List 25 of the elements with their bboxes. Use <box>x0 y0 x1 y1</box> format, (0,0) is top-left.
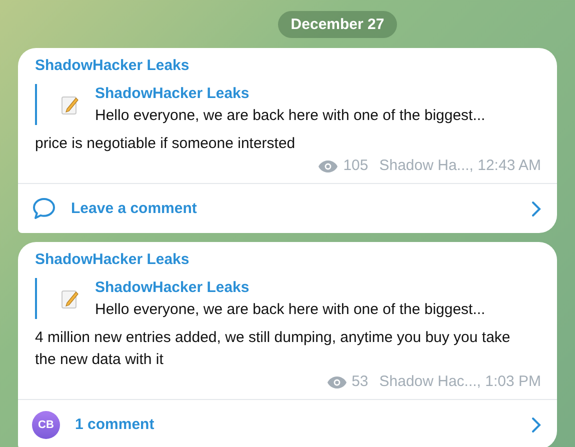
comments-link[interactable]: CB 1 comment <box>18 399 557 447</box>
channel-name[interactable]: ShadowHacker Leaks <box>35 57 541 74</box>
eye-icon <box>318 160 338 172</box>
signature-time: Shadow Ha..., 12:43 AM <box>379 156 541 176</box>
eye-icon <box>326 376 347 388</box>
speech-bubble-icon <box>32 197 56 220</box>
memo-icon <box>61 288 79 308</box>
view-count: 105 <box>343 156 368 176</box>
avatar: CB <box>32 410 60 438</box>
reply-text: Hello everyone, we are back here with one of the biggest... <box>95 301 486 318</box>
comments-link[interactable]: Leave a comment <box>18 183 557 233</box>
signature-time: Shadow Hac..., 1:03 PM <box>379 372 541 392</box>
message-text: price is negotiable if someone intersted <box>35 134 296 154</box>
memo-icon <box>61 94 79 114</box>
chevron-right-icon <box>531 200 541 216</box>
channel-name[interactable]: ShadowHacker Leaks <box>35 251 541 268</box>
reply-quote[interactable]: ShadowHacker Leaks Hello everyone, we are back here with one of the biggest... <box>35 84 541 125</box>
message-text: 4 million new entries added, we still dumping, anytime you buy you take the new data with it <box>35 328 512 370</box>
reply-author: ShadowHacker Leaks <box>95 279 250 296</box>
date-badge: December 27 <box>278 11 398 38</box>
reply-author: ShadowHacker Leaks <box>95 85 250 102</box>
chevron-right-icon <box>531 416 541 432</box>
reply-text: Hello everyone, we are back here with one of the biggest... <box>95 107 486 124</box>
reply-quote[interactable]: ShadowHacker Leaks Hello everyone, we are back here with one of the biggest... <box>35 278 541 319</box>
view-count: 53 <box>352 372 368 392</box>
